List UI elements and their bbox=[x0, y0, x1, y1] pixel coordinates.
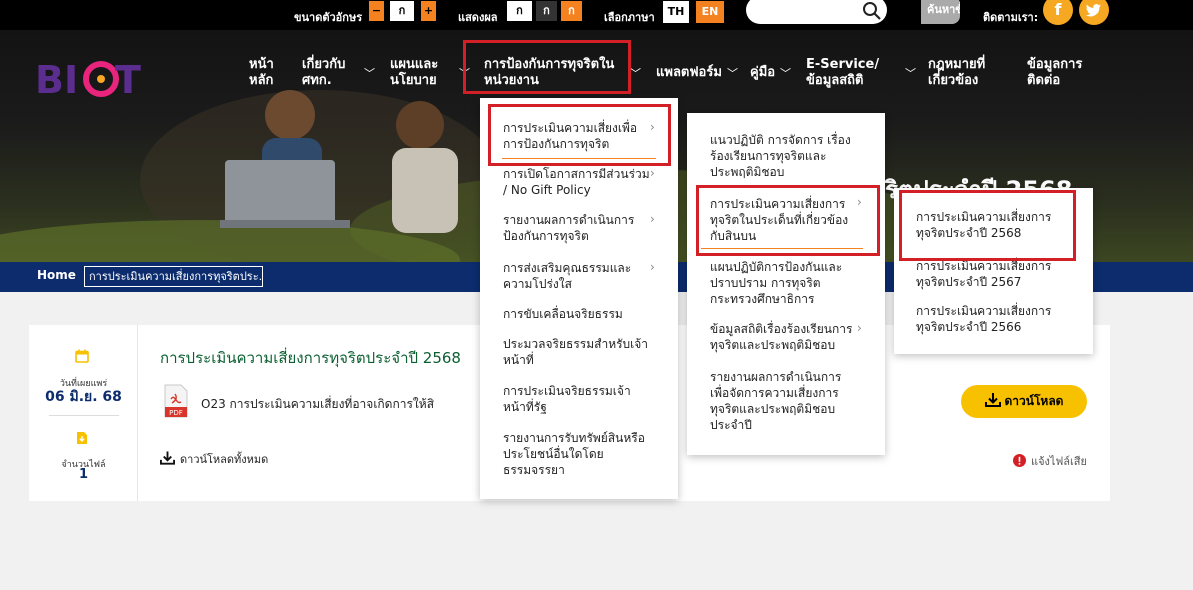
chevron-down-icon: ﹀ bbox=[364, 67, 375, 80]
display-label: แสดงผล bbox=[458, 11, 498, 24]
display-contrast-button[interactable]: ก bbox=[561, 1, 582, 21]
chevron-right-icon: › bbox=[857, 321, 862, 335]
menu-item-complaint-stats[interactable]: ข้อมูลสถิติเรื่องร้องเรียนการทุจริตและปร… bbox=[710, 321, 858, 353]
divider bbox=[49, 415, 119, 416]
menu-item-risk-2567[interactable]: การประเมินความเสี่ยงการทุจริตประจำปี 256… bbox=[916, 258, 1064, 290]
chevron-down-icon: ﹀ bbox=[630, 67, 641, 80]
download-button[interactable]: ดาวน์โหลด bbox=[961, 385, 1087, 418]
calendar-icon bbox=[75, 349, 89, 363]
document-meta-panel: วันที่เผยแพร่ 06 มิ.ย. 68 จำนวนไฟล์ 1 bbox=[29, 325, 138, 501]
font-size-label: ขนาดตัวอักษร bbox=[294, 11, 363, 24]
highlight-box bbox=[696, 185, 880, 256]
search-icon[interactable] bbox=[862, 1, 882, 21]
font-normal-button[interactable]: ก bbox=[390, 1, 414, 21]
chevron-right-icon: › bbox=[650, 260, 655, 274]
menu-item-ethics-drive[interactable]: การขับเคลื่อนจริยธรรม bbox=[503, 306, 651, 322]
menu-item-report[interactable]: รายงานผลการดำเนินการป้องกันการทุจริต bbox=[503, 212, 651, 244]
nav-plan[interactable]: แผนและนโยบาย bbox=[390, 57, 452, 89]
menu-item-action-plan[interactable]: แผนปฏิบัติการป้องกันและปราบปราม การทุจริ… bbox=[710, 259, 858, 307]
language-label: เลือกภาษา bbox=[604, 11, 655, 24]
advanced-search-button[interactable]: ค้นหาขั้นสูง bbox=[921, 0, 960, 24]
highlight-box bbox=[488, 104, 671, 166]
nav-manual[interactable]: คู่มือ bbox=[750, 65, 775, 81]
chevron-down-icon: ﹀ bbox=[905, 67, 916, 80]
file-name[interactable]: O23 การประเมินความเสี่ยงที่อาจเกิดการให้… bbox=[201, 395, 434, 414]
risk-assessment-submenu: แนวปฏิบัติ การจัดการ เรื่องร้องเรียนการท… bbox=[687, 113, 885, 455]
facebook-icon[interactable]: f bbox=[1043, 0, 1073, 25]
bict-logo[interactable]: BI T bbox=[33, 51, 145, 103]
download-label: ดาวน์โหลด bbox=[1004, 394, 1064, 408]
svg-text:BI: BI bbox=[35, 58, 78, 102]
download-all-label: ดาวน์โหลดทั้งหมด bbox=[180, 453, 269, 466]
font-increase-button[interactable]: + bbox=[421, 1, 436, 21]
menu-item-ethics-evaluation[interactable]: การประเมินจริยธรรมเจ้าหน้าที่รัฐ bbox=[503, 383, 651, 415]
chevron-down-icon: ﹀ bbox=[727, 67, 738, 80]
chevron-right-icon: › bbox=[650, 166, 655, 180]
twitter-icon[interactable] bbox=[1079, 0, 1109, 25]
chevron-right-icon: › bbox=[650, 212, 655, 226]
nav-about[interactable]: เกี่ยวกับ ศทก. bbox=[302, 57, 357, 89]
report-broken-link[interactable]: แจ้งไฟล์เสีย bbox=[1013, 452, 1087, 470]
download-icon bbox=[160, 451, 175, 465]
menu-item-code-of-ethics[interactable]: ประมวลจริยธรรมสำหรับเจ้าหน้าที่ bbox=[503, 336, 651, 368]
menu-item-complaint-guideline[interactable]: แนวปฏิบัติ การจัดการ เรื่องร้องเรียนการท… bbox=[710, 132, 858, 180]
svg-text:T: T bbox=[115, 58, 141, 102]
nav-platform[interactable]: แพลตฟอร์ม bbox=[656, 65, 722, 81]
pdf-file-icon: PDF bbox=[164, 384, 188, 418]
breadcrumb-current: การประเมินความเสี่ยงการทุจริตประ... bbox=[84, 266, 263, 287]
nav-home[interactable]: หน้าหลัก bbox=[249, 57, 279, 89]
menu-item-risk-2566[interactable]: การประเมินความเสี่ยงการทุจริตประจำปี 256… bbox=[916, 303, 1064, 335]
menu-item-ethics-promotion[interactable]: การส่งเสริมคุณธรรมและความโปร่งใส bbox=[503, 260, 651, 292]
menu-item-no-gift[interactable]: การเปิดโอกาสการมีส่วนร่วม / No Gift Poli… bbox=[503, 166, 651, 198]
alert-icon bbox=[1013, 454, 1026, 467]
lang-en-button[interactable]: EN bbox=[696, 1, 724, 23]
menu-item-risk-report[interactable]: รายงานผลการดำเนินการเพื่อจัดการความเสี่ย… bbox=[710, 369, 858, 433]
display-normal-button[interactable]: ก bbox=[507, 1, 532, 21]
display-dark-button[interactable]: ก bbox=[536, 1, 557, 21]
follow-label: ติดตามเรา: bbox=[983, 11, 1039, 24]
lang-th-button[interactable]: TH bbox=[663, 1, 689, 23]
breadcrumb-home-link[interactable]: Home bbox=[37, 268, 76, 282]
top-utility-bar: ขนาดตัวอักษร − ก + แสดงผล ก ก ก เลือกภาษ… bbox=[0, 0, 1193, 30]
nav-law[interactable]: กฎหมายที่เกี่ยวข้อง bbox=[928, 57, 990, 89]
twitter-bird-icon bbox=[1085, 4, 1101, 17]
pdf-label: PDF bbox=[169, 409, 183, 417]
download-all-link[interactable]: ดาวน์โหลดทั้งหมด bbox=[160, 450, 268, 468]
nav-contact[interactable]: ข้อมูลการติดต่อ bbox=[1027, 57, 1087, 89]
font-decrease-button[interactable]: − bbox=[369, 1, 384, 21]
file-count: 1 bbox=[78, 467, 89, 482]
file-download-icon bbox=[77, 432, 87, 444]
highlight-box bbox=[463, 40, 631, 94]
document-title: การประเมินความเสี่ยงการทุจริตประจำปี 256… bbox=[160, 349, 461, 367]
chevron-down-icon: ﹀ bbox=[780, 67, 791, 80]
download-icon bbox=[984, 393, 1001, 407]
nav-eservice[interactable]: E-Service/ข้อมูลสถิติ bbox=[806, 57, 906, 89]
highlight-box bbox=[899, 190, 1076, 261]
report-broken-label: แจ้งไฟล์เสีย bbox=[1031, 455, 1087, 468]
published-date: 06 มิ.ย. 68 bbox=[45, 389, 122, 405]
menu-item-gift-report[interactable]: รายงานการรับทรัพย์สินหรือประโยชน์อื่นใดโ… bbox=[503, 430, 651, 478]
